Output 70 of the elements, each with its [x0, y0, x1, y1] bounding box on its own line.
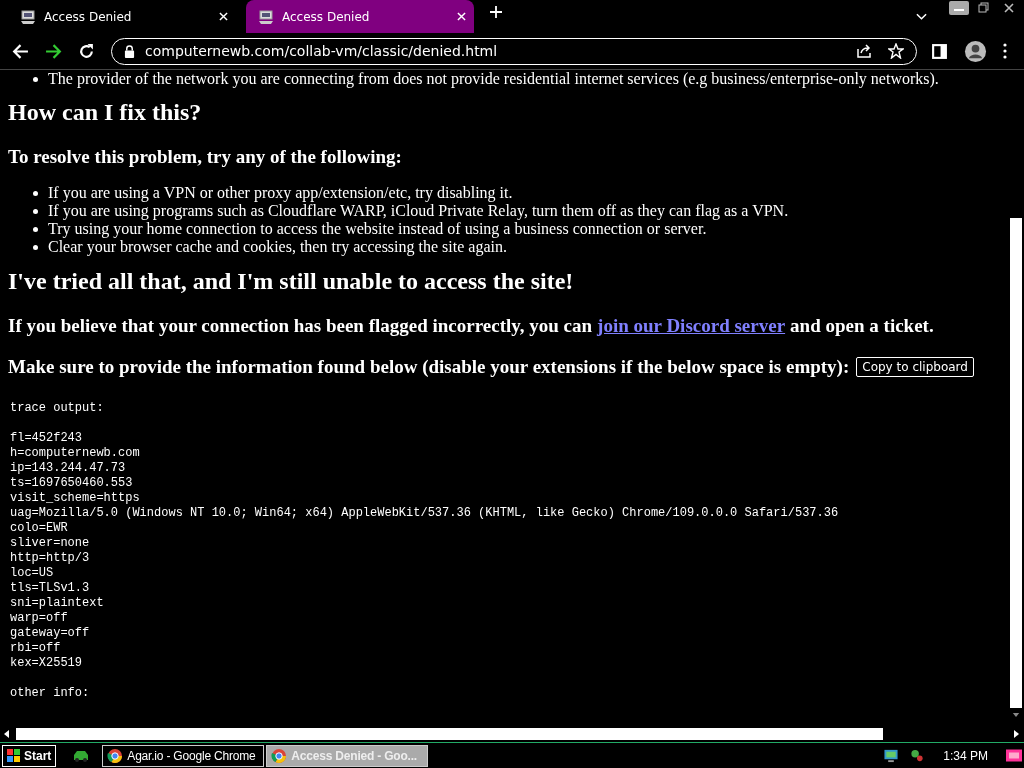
trace-line: fl=452f243 [10, 431, 83, 446]
list-item-text: Try using your home connection to access the website instead of using a business connection or server. [48, 220, 707, 238]
clock-text: 1:34 PM [943, 748, 988, 763]
chevron-down-icon[interactable] [916, 12, 927, 21]
trace-line: sliver=none [10, 536, 91, 551]
bullet-icon [33, 226, 38, 232]
browser-icon [107, 747, 124, 764]
more-icon[interactable] [1003, 43, 1007, 59]
trace-line: ip=143.244.47.73 [10, 461, 127, 476]
trace-line: uag=Mozilla/5.0 (Windows NT 10.0; Win64; x64) AppleWebKit/537.36 (KHTML, like Gecko) Chrome/109.0.0.0 Safari/537.36 [10, 506, 840, 521]
list-item-text: If you are using a VPN or other proxy app/extension/etc, try disabling it. [48, 184, 513, 202]
scroll-right-icon[interactable] [1014, 728, 1020, 739]
bullet-icon [33, 190, 38, 196]
url-text: computernewb.com/collab-vm/classic/denied.html [145, 43, 498, 59]
computer-icon [20, 8, 36, 25]
trace-title: trace output: [10, 401, 105, 416]
browser-icon [271, 747, 288, 764]
trace-line: warp=off [10, 611, 69, 626]
paragraph-text: If you believe that your connection has been flagged incorrectly, you can [8, 315, 593, 337]
bullet-icon [33, 244, 38, 250]
network-icon[interactable] [883, 748, 900, 763]
trace-line: h=computernewb.com [10, 446, 141, 461]
trace-line: rbi=off [10, 641, 62, 656]
profile-icon[interactable] [964, 39, 987, 63]
trace-line: tls=TLSv1.3 [10, 581, 91, 596]
list-item-text: Clear your browser cache and cookies, then try accessing the site again. [48, 238, 507, 256]
paragraph-text: and open a ticket. [790, 315, 934, 337]
subheading: To resolve this problem, try any of the following: [8, 146, 403, 168]
bullet-icon [33, 208, 38, 214]
tab-title: Access Denied [44, 9, 133, 24]
list-item-text: The provider of the network you are connecting from does not provide residential internet services (e.g business/enterprise-only networks). [48, 70, 939, 88]
lock-icon [124, 44, 135, 58]
reload-icon[interactable] [78, 42, 95, 60]
paragraph-text: Make sure to provide the information found below (disable your extensions if the below space is empty): [8, 356, 850, 378]
back-icon[interactable] [12, 42, 29, 60]
side-panel-icon[interactable] [931, 42, 948, 60]
new-tab-icon[interactable] [490, 5, 502, 18]
close-icon[interactable] [219, 12, 228, 21]
trace-line: visit_scheme=https [10, 491, 141, 506]
trace-line: colo=EWR [10, 521, 69, 536]
list-item-text: If you are using programs such as Cloudflare WARP, iCloud Private Relay, turn them off as they can flag as a VPN. [48, 202, 789, 220]
computer-icon [258, 8, 274, 25]
flag-icon[interactable] [1006, 748, 1022, 763]
trace-line: gateway=off [10, 626, 91, 641]
connection-icon[interactable] [909, 748, 926, 763]
trace-line: http=http/3 [10, 551, 91, 566]
scroll-down-icon[interactable] [1012, 713, 1020, 718]
start-button[interactable]: Start [2, 744, 57, 767]
browser-tab[interactable]: Access Denied [246, 0, 474, 33]
scroll-left-icon[interactable] [4, 728, 10, 739]
browser-tab[interactable]: Access Denied [8, 0, 236, 33]
close-icon[interactable] [457, 12, 466, 21]
bullet-icon [33, 76, 38, 82]
minimize-icon[interactable] [949, 1, 969, 15]
trace-line: loc=US [10, 566, 55, 581]
section-heading: I've tried all that, and I'm still unable to access the site! [8, 267, 575, 296]
car-icon[interactable] [72, 749, 91, 762]
copy-button[interactable]: Copy to clipboard [856, 357, 974, 377]
taskbar-window-button[interactable]: Agar.io - Google Chrome [102, 744, 265, 767]
windows-logo-icon [7, 748, 21, 763]
forward-icon[interactable] [45, 42, 62, 60]
star-icon[interactable] [888, 43, 904, 59]
tab-title: Access Denied [282, 9, 371, 24]
section-heading: How can I fix this? [8, 98, 203, 126]
trace-title: other info: [10, 686, 91, 701]
share-icon[interactable] [856, 43, 872, 59]
trace-line: kex=X25519 [10, 656, 83, 671]
discord-link[interactable]: join our Discord server [597, 315, 786, 337]
trace-line: sni=plaintext [10, 596, 105, 611]
trace-line: ts=1697650460.553 [10, 476, 134, 491]
